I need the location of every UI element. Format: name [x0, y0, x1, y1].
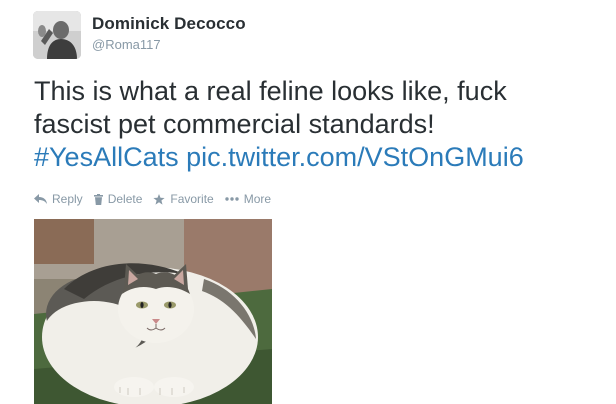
- tweet-actions: Reply Delete Favorite More: [34, 192, 282, 206]
- user-handle[interactable]: @Roma117: [92, 37, 161, 52]
- star-icon: [153, 193, 165, 205]
- delete-label: Delete: [107, 192, 143, 206]
- tweet: Dominick Decocco @Roma117 This is what a…: [0, 0, 616, 404]
- tweet-text-line1: This is what a real feline looks like, f…: [34, 76, 507, 106]
- trash-icon: [93, 193, 103, 205]
- reply-button[interactable]: Reply: [34, 192, 83, 206]
- avatar[interactable]: [33, 11, 81, 59]
- cat-photo: [34, 219, 272, 404]
- avatar-image: [33, 11, 81, 59]
- user-fullname[interactable]: Dominick Decocco: [92, 14, 246, 34]
- tweet-text-line2: fascist pet commercial standards!: [34, 109, 435, 139]
- favorite-label: Favorite: [170, 192, 214, 206]
- pic-link[interactable]: pic.twitter.com/VStOnGMui6: [186, 142, 524, 172]
- favorite-button[interactable]: Favorite: [153, 192, 214, 206]
- reply-label: Reply: [52, 192, 83, 206]
- reply-arrow-icon: [34, 194, 47, 204]
- tweet-photo[interactable]: [34, 219, 272, 404]
- ellipsis-icon: [225, 197, 239, 201]
- more-button[interactable]: More: [225, 192, 271, 206]
- tweet-text: This is what a real feline looks like, f…: [34, 75, 604, 174]
- hashtag-link[interactable]: #YesAllCats: [34, 142, 179, 172]
- delete-button[interactable]: Delete: [93, 192, 143, 206]
- more-label: More: [243, 192, 272, 206]
